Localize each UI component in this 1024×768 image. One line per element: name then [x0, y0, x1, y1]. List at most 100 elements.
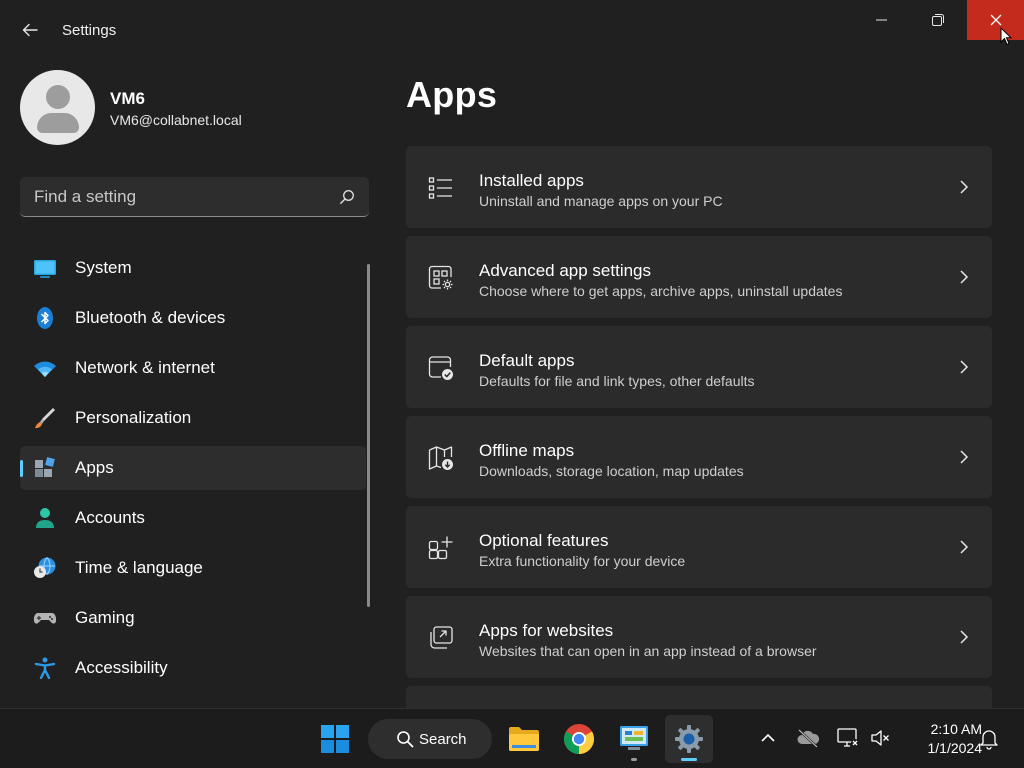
file-explorer-button[interactable] [500, 715, 548, 763]
card-apps-for-websites[interactable]: Apps for websites Websites that can open… [406, 596, 992, 678]
sidebar-item-personalization[interactable]: Personalization [20, 396, 366, 440]
sidebar-item-label: Apps [75, 458, 114, 477]
chevron-right-icon [960, 630, 969, 644]
clock-time: 2:10 AM [930, 721, 982, 737]
title-bar: Settings [0, 0, 1024, 46]
taskbar-search-label: Search [419, 731, 467, 748]
back-button[interactable] [14, 14, 46, 46]
taskbar: Search 2:10 AM 1/1/2024 [0, 708, 1024, 768]
sidebar-item-label: Time & language [75, 558, 203, 577]
chrome-icon [563, 724, 595, 754]
card-subtitle: Extra functionality for your device [479, 553, 686, 569]
gear-icon [675, 725, 703, 753]
wifi-icon [34, 361, 56, 377]
time-language-icon [34, 557, 56, 578]
onedrive-icon[interactable] [796, 727, 820, 749]
optional-features-icon [428, 536, 453, 560]
control-panel-icon [620, 726, 648, 750]
card-subtitle: Choose where to get apps, archive apps, … [479, 283, 843, 299]
card-title: Optional features [479, 531, 609, 550]
avatar[interactable] [20, 70, 95, 145]
sidebar-item-accessibility[interactable]: Accessibility [20, 646, 366, 690]
sidebar-item-label: Personalization [75, 408, 192, 427]
card-title: Advanced app settings [479, 261, 652, 280]
minimize-button[interactable] [853, 0, 909, 40]
apps-icon [35, 457, 55, 477]
paintbrush-icon [35, 408, 55, 429]
chevron-right-icon [960, 180, 969, 194]
card-installed-apps[interactable]: Installed apps Uninstall and manage apps… [406, 146, 992, 228]
clock-date: 1/1/2024 [927, 740, 983, 756]
sidebar-item-system[interactable]: System [20, 246, 366, 290]
active-indicator [681, 758, 697, 761]
gamepad-icon [33, 613, 57, 624]
sidebar-nav: System Bluetooth & devices Network & int… [20, 246, 366, 696]
installed-apps-icon [428, 177, 452, 199]
settings-search[interactable] [20, 177, 369, 217]
running-indicator [631, 758, 637, 761]
windows-logo-icon [321, 725, 349, 753]
close-button[interactable] [967, 0, 1024, 40]
close-icon [990, 14, 1001, 26]
minimize-icon [875, 19, 887, 21]
card-title: Installed apps [479, 171, 584, 190]
card-title: Apps for websites [479, 621, 614, 640]
user-email: VM6@collabnet.local [110, 112, 242, 128]
sidebar-item-label: Network & internet [75, 358, 215, 377]
card-default-apps[interactable]: Default apps Defaults for file and link … [406, 326, 992, 408]
sidebar-item-label: Bluetooth & devices [75, 308, 226, 327]
chevron-right-icon [960, 450, 969, 464]
control-panel-button[interactable] [610, 715, 658, 763]
chevron-right-icon [960, 540, 969, 554]
back-arrow-icon [22, 23, 38, 37]
sidebar-item-label: Accessibility [75, 658, 168, 677]
sidebar-item-label: Accounts [75, 508, 145, 527]
folder-icon [509, 727, 539, 751]
start-button[interactable] [311, 715, 359, 763]
offline-maps-icon [428, 446, 453, 470]
sidebar-item-network[interactable]: Network & internet [20, 346, 366, 390]
sidebar-item-label: System [75, 258, 132, 277]
sidebar-scrollbar[interactable] [367, 264, 370, 607]
card-optional-features[interactable]: Optional features Extra functionality fo… [406, 506, 992, 588]
app-title: Settings [62, 22, 117, 39]
restore-button[interactable] [910, 0, 966, 40]
network-disconnected-icon[interactable] [836, 727, 860, 749]
settings-taskbar-button[interactable] [665, 715, 713, 763]
settings-cards: Installed apps Uninstall and manage apps… [406, 146, 992, 686]
sidebar-item-bluetooth[interactable]: Bluetooth & devices [20, 296, 366, 340]
sidebar-item-time-language[interactable]: Time & language [20, 546, 366, 590]
card-offline-maps[interactable]: Offline maps Downloads, storage location… [406, 416, 992, 498]
system-clock[interactable]: 2:10 AM 1/1/2024 [900, 720, 983, 758]
sidebar-item-accounts[interactable]: Accounts [20, 496, 366, 540]
taskbar-search-button[interactable]: Search [368, 719, 492, 759]
card-subtitle: Defaults for file and link types, other … [479, 373, 755, 389]
sidebar-item-gaming[interactable]: Gaming [20, 596, 366, 640]
chevron-right-icon [960, 270, 969, 284]
accessibility-icon [34, 657, 56, 679]
user-name: VM6 [110, 89, 145, 108]
accounts-icon [36, 508, 54, 528]
search-icon [397, 731, 414, 748]
card-partial-next[interactable] [406, 686, 992, 708]
restore-icon [932, 14, 944, 26]
mouse-cursor-icon [1000, 27, 1012, 46]
page-title: Apps [406, 74, 498, 115]
card-title: Default apps [479, 351, 575, 370]
bluetooth-icon [37, 307, 53, 329]
card-subtitle: Downloads, storage location, map updates [479, 463, 744, 479]
chrome-button[interactable] [555, 715, 603, 763]
card-subtitle: Uninstall and manage apps on your PC [479, 193, 723, 209]
notification-bell-icon[interactable] [979, 728, 999, 750]
advanced-app-settings-icon [428, 265, 453, 290]
volume-muted-icon[interactable] [869, 727, 891, 749]
system-icon [34, 260, 56, 278]
search-input[interactable] [20, 177, 330, 216]
card-advanced-app-settings[interactable]: Advanced app settings Choose where to ge… [406, 236, 992, 318]
chevron-up-icon[interactable] [757, 727, 779, 749]
card-subtitle: Websites that can open in an app instead… [479, 643, 817, 659]
search-icon[interactable] [339, 189, 355, 205]
sidebar-item-label: Gaming [75, 608, 135, 627]
sidebar-item-apps[interactable]: Apps [20, 446, 366, 490]
chevron-right-icon [960, 360, 969, 374]
